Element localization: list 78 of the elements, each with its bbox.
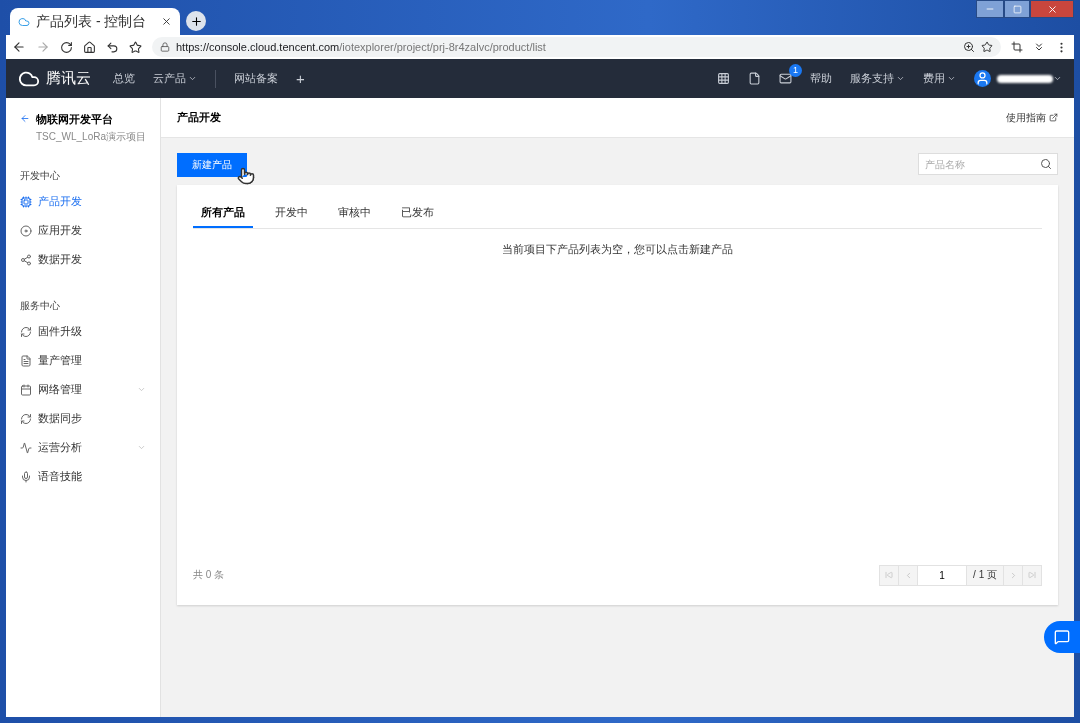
- maximize-icon: [1012, 4, 1022, 14]
- zoom-icon[interactable]: [963, 41, 975, 53]
- total-count: 共 0 条: [193, 568, 225, 582]
- browser-tab[interactable]: 产品列表 - 控制台: [10, 8, 180, 35]
- page-input[interactable]: 1: [917, 564, 968, 586]
- bookmark-icon[interactable]: [981, 41, 993, 53]
- page-count: / 1 页: [966, 564, 1004, 586]
- microphone-icon: [20, 470, 32, 483]
- sidebar-item[interactable]: 产品开发: [6, 187, 160, 216]
- search-icon[interactable]: [1040, 158, 1052, 170]
- external-link-icon: [1049, 113, 1058, 122]
- sidebar-item[interactable]: 应用开发: [6, 216, 160, 245]
- nav-menu[interactable]: 服务支持: [850, 71, 905, 86]
- caret-icon: [896, 74, 905, 83]
- sidebar-item[interactable]: 运营分析: [6, 433, 160, 462]
- project-name: TSC_WL_LoRa演示项目: [35, 130, 146, 144]
- nav-menu[interactable]: 费用: [923, 71, 956, 86]
- new-tab-button[interactable]: [186, 11, 206, 31]
- chat-icon: [1054, 629, 1070, 645]
- target-icon: [20, 224, 32, 237]
- platform-title: 物联网开发平台: [35, 112, 114, 127]
- sync-icon: [20, 412, 32, 425]
- maximize-button[interactable]: [1004, 0, 1030, 18]
- caret-icon: [947, 74, 956, 83]
- avatar-icon[interactable]: [974, 70, 991, 87]
- crop-icon[interactable]: [1011, 41, 1023, 53]
- document-icon[interactable]: [748, 72, 761, 85]
- first-page-icon: [885, 571, 894, 579]
- tab[interactable]: 审核中: [330, 201, 379, 228]
- lock-icon: [160, 42, 170, 52]
- calendar-icon: [20, 383, 32, 396]
- section-title: 开发中心: [19, 169, 61, 183]
- nav-link[interactable]: 总览: [113, 71, 135, 86]
- grid-icon[interactable]: [717, 72, 730, 85]
- refresh-icon: [20, 325, 32, 338]
- sidebar-item[interactable]: 量产管理: [6, 346, 160, 375]
- page-title: 产品开发: [177, 110, 221, 125]
- sidebar-item[interactable]: 数据开发: [6, 245, 160, 274]
- url-text: https://console.cloud.tencent.com/iotexplorer/project/prj-8r4zalvc/product/list: [176, 41, 546, 53]
- tab[interactable]: 所有产品: [193, 201, 253, 228]
- cloud-icon: [18, 15, 30, 28]
- address-field[interactable]: https://console.cloud.tencent.com/iotexplorer/project/prj-8r4zalvc/product/list: [152, 37, 1001, 57]
- section-title: 服务中心: [19, 299, 61, 313]
- add-link[interactable]: +: [296, 70, 305, 87]
- sidebar-item[interactable]: 语音技能: [6, 462, 160, 491]
- guide-link[interactable]: 使用指南: [1006, 110, 1058, 125]
- brand-name[interactable]: 腾讯云: [46, 69, 91, 88]
- reload-icon[interactable]: [60, 40, 73, 54]
- minimize-button[interactable]: [976, 0, 1004, 18]
- search-field[interactable]: 产品名称: [918, 153, 1058, 175]
- caret-icon[interactable]: [1053, 74, 1062, 83]
- branch-icon: [20, 253, 32, 266]
- plus-icon: [189, 14, 203, 28]
- back-icon[interactable]: [12, 40, 26, 54]
- close-icon: [1046, 3, 1058, 15]
- last-page-icon: [1028, 571, 1036, 579]
- undo-icon[interactable]: [106, 40, 119, 54]
- chevrons-icon[interactable]: [1033, 41, 1045, 53]
- tab-title: 产品列表 - 控制台: [36, 12, 148, 31]
- star-icon[interactable]: [129, 40, 142, 54]
- nav-link[interactable]: 网站备案: [234, 71, 278, 86]
- mail-icon[interactable]: [779, 72, 792, 85]
- chat-button[interactable]: [1044, 621, 1080, 653]
- tab[interactable]: 已发布: [393, 201, 442, 228]
- close-icon[interactable]: [161, 16, 172, 27]
- sidebar-item[interactable]: 固件升级: [6, 317, 160, 346]
- nav-link[interactable]: 云产品: [153, 71, 197, 86]
- sidebar-item[interactable]: 网络管理: [6, 375, 160, 404]
- empty-message: 当前项目下产品列表为空，您可以点击新建产品: [502, 243, 733, 255]
- home-icon[interactable]: [83, 40, 96, 54]
- pulse-icon: [20, 441, 32, 454]
- tab[interactable]: 开发中: [267, 201, 316, 228]
- document-icon: [20, 354, 32, 367]
- help-link[interactable]: 帮助: [810, 71, 832, 86]
- chip-icon: [20, 195, 32, 208]
- count-badge: 1: [789, 64, 802, 77]
- sidebar-item[interactable]: 数据同步: [6, 404, 160, 433]
- redacted-username: [997, 74, 1053, 83]
